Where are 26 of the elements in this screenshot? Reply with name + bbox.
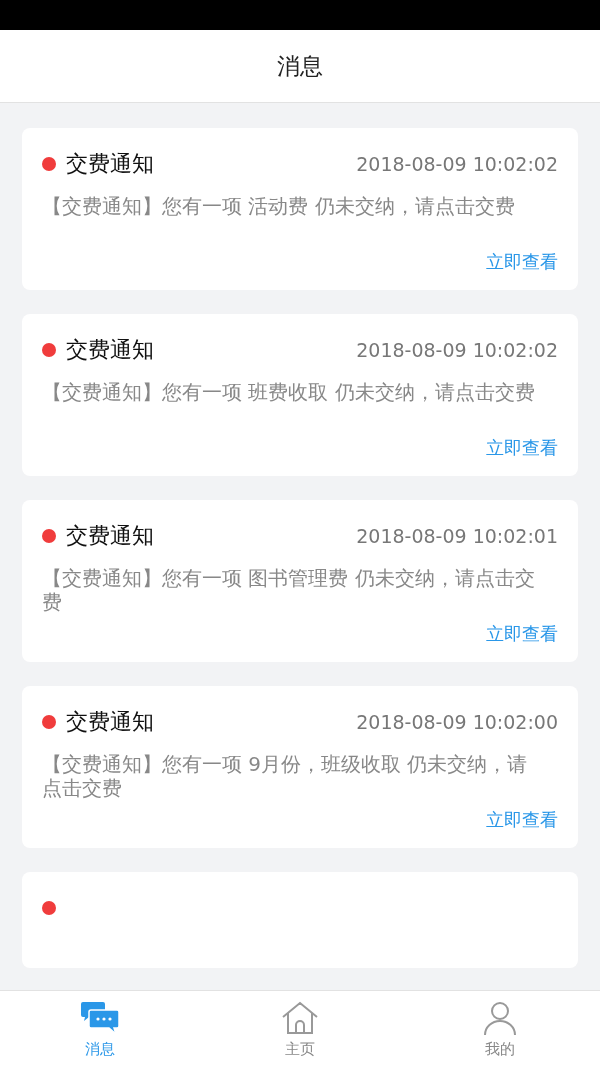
tab[interactable]: 我的 bbox=[400, 991, 600, 1067]
house-icon bbox=[280, 999, 320, 1036]
message-card[interactable]: 交费通知 2018-08-09 10:02:01 【交费通知】您有一项 图书管理费 仍未交纳，请点击交费 立即查看 bbox=[22, 500, 578, 662]
message-text: 【交费通知】您有一项 图书管理费 仍未交纳，请点击交费 bbox=[42, 566, 536, 614]
message-title: 交费通知 bbox=[66, 522, 154, 550]
tab[interactable]: 消息 bbox=[0, 991, 200, 1067]
message-text: 【交费通知】您有一项 活动费 仍未交纳，请点击交费 bbox=[42, 194, 516, 220]
page-title: 消息 bbox=[277, 51, 323, 81]
view-link[interactable]: 立即查看 bbox=[486, 436, 558, 460]
view-link[interactable]: 立即查看 bbox=[486, 250, 558, 274]
message-text: 【交费通知】您有一项 班费收取 仍未交纳，请点击交费 bbox=[42, 380, 536, 406]
message-card[interactable]: 交费通知 2018-08-09 10:02:02 【交费通知】您有一项 班费收取 仍未交纳，请点击交费 立即查看 bbox=[22, 314, 578, 476]
message-time: 2018-08-09 10:02:00 bbox=[356, 711, 558, 733]
message-time: 2018-08-09 10:02:02 bbox=[356, 339, 558, 361]
view-link[interactable]: 立即查看 bbox=[486, 808, 558, 832]
message-time: 2018-08-09 10:02:02 bbox=[356, 153, 558, 175]
tab[interactable]: 主页 bbox=[200, 991, 400, 1067]
message-time: 2018-08-09 10:02:01 bbox=[356, 525, 558, 547]
message-card[interactable]: 交费通知 2018-08-09 10:02:02 【交费通知】您有一项 活动费 仍未交纳，请点击交费 立即查看 bbox=[22, 128, 578, 290]
message-title: 交费通知 bbox=[66, 336, 154, 364]
message-card[interactable]: 交费通知 2018-08-09 10:02:00 【交费通知】您有一项 9月份，班级收取 仍未交纳，请点击交费 立即查看 bbox=[22, 686, 578, 848]
view-link[interactable]: 立即查看 bbox=[486, 622, 558, 646]
message-title: 交费通知 bbox=[66, 150, 154, 178]
message-card[interactable] bbox=[22, 872, 578, 968]
message-title: 交费通知 bbox=[66, 708, 154, 736]
message-text: 【交费通知】您有一项 9月份，班级收取 仍未交纳，请点击交费 bbox=[42, 752, 529, 800]
